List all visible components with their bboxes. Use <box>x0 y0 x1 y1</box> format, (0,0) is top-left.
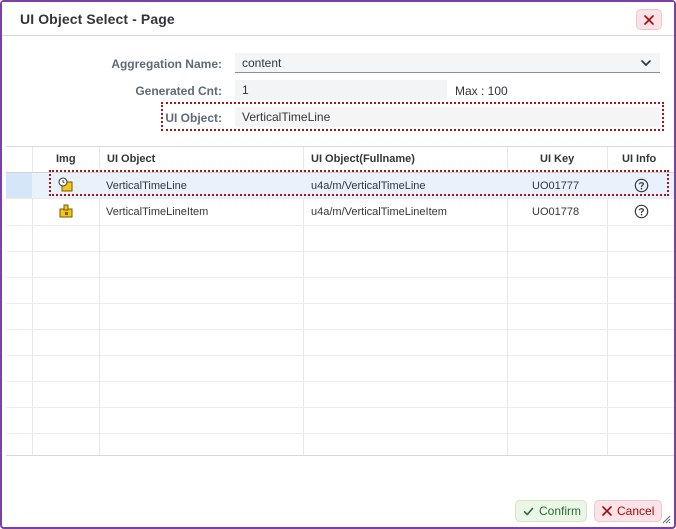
row-divider <box>6 433 674 434</box>
cell-fullname: u4a/m/VerticalTimeLineItem <box>311 206 447 218</box>
ui-object-label: UI Object: <box>165 111 222 125</box>
close-icon <box>644 14 654 25</box>
row-divider <box>6 329 674 330</box>
help-circle-icon[interactable] <box>634 204 649 219</box>
cancel-label: Cancel <box>617 504 655 518</box>
confirm-label: Confirm <box>539 504 582 518</box>
row-divider <box>6 303 674 304</box>
generated-cnt-field[interactable]: 1 <box>235 80 447 100</box>
row-divider <box>6 251 674 252</box>
row-divider <box>6 381 674 382</box>
puzzle-item-icon <box>59 204 73 218</box>
aggregation-name-select[interactable]: content <box>235 53 660 73</box>
cell-ui-key: UO01778 <box>532 206 580 218</box>
max-count-text: Max : 100 <box>455 84 508 98</box>
dialog-title: UI Object Select - Page <box>20 11 175 27</box>
ui-object-select-dialog: UI Object Select - Page Aggregation Name… <box>0 0 676 529</box>
row-divider <box>6 225 674 226</box>
generated-cnt-label: Generated Cnt: <box>135 84 222 98</box>
chevron-down-icon <box>641 60 651 66</box>
row-divider <box>6 277 674 278</box>
table-row[interactable]: VerticalTimeLineItem u4a/m/VerticalTimeL… <box>6 199 674 225</box>
header-ui-info[interactable]: UI Info <box>622 153 656 165</box>
header-ui-key[interactable]: UI Key <box>540 153 574 165</box>
header-fullname[interactable]: UI Object(Fullname) <box>311 153 415 165</box>
selected-row-highlight <box>49 170 669 196</box>
ui-object-field[interactable]: VerticalTimeLine <box>235 107 660 127</box>
header-img[interactable]: Img <box>56 153 76 165</box>
checkmark-icon <box>523 507 534 515</box>
cell-ui-object: VerticalTimeLineItem <box>106 206 209 218</box>
close-icon <box>602 506 612 516</box>
row-selector[interactable] <box>6 173 32 199</box>
resize-grip-icon[interactable] <box>661 514 671 524</box>
row-divider <box>6 407 674 408</box>
aggregation-name-label: Aggregation Name: <box>111 57 222 71</box>
aggregation-name-value: content <box>242 56 282 70</box>
dialog-header: UI Object Select - Page <box>2 2 674 36</box>
close-button[interactable] <box>636 9 662 30</box>
row-divider <box>6 355 674 356</box>
header-ui-object[interactable]: UI Object <box>107 153 155 165</box>
confirm-button[interactable]: Confirm <box>515 500 587 522</box>
cancel-button[interactable]: Cancel <box>594 500 662 522</box>
